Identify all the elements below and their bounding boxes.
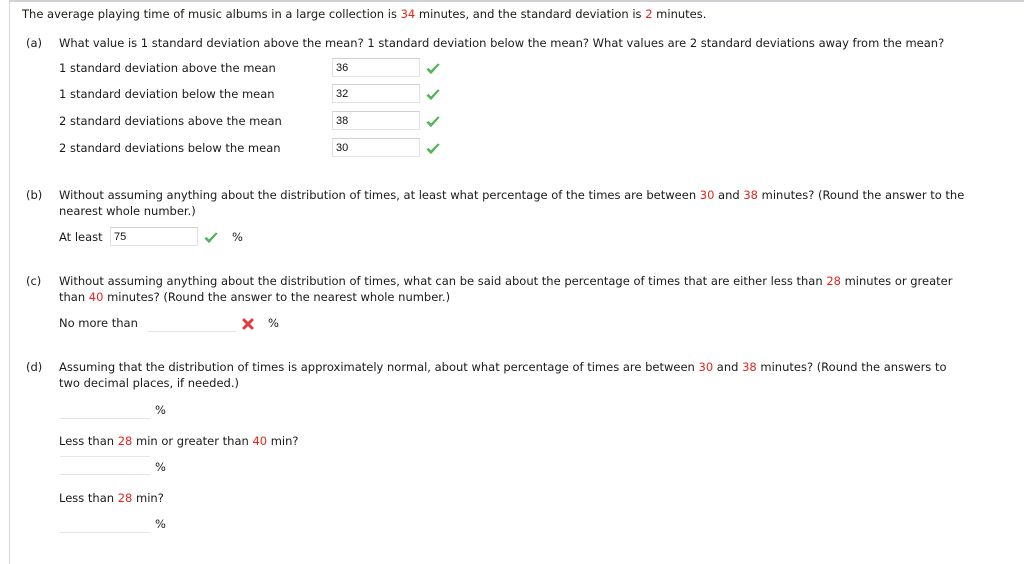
row-label-2sd-below: 2 standard deviations below the mean [59, 141, 281, 155]
question-text: minutes? (Round the answers to [756, 360, 947, 374]
percent-unit: % [155, 460, 166, 474]
part-b-question-line2: nearest whole number.) [59, 204, 196, 218]
input-1sd-below[interactable] [332, 84, 420, 103]
question-text: minutes? (Round the answer to the neares… [103, 290, 451, 304]
part-a-label: (a) [26, 36, 43, 50]
part-b-label: (b) [26, 188, 43, 202]
check-icon [204, 232, 218, 244]
part-c-question-line2: than 40 minutes? (Round the answer to th… [59, 290, 450, 304]
low-value: 28 [117, 491, 133, 505]
question-text: Less than [59, 491, 118, 505]
question-text: Less than [59, 434, 118, 448]
question-text: Assuming that the distribution of times … [59, 360, 699, 374]
part-d-label: (d) [26, 360, 43, 374]
sub-question-tails: Less than 28 min or greater than 40 min? [59, 434, 299, 448]
at-least-label: At least [59, 230, 103, 244]
part-c-question: Without assuming anything about the dist… [59, 274, 952, 288]
no-more-than-label: No more than [59, 316, 138, 330]
question-text: minutes or greater [840, 274, 953, 288]
check-icon [426, 116, 440, 128]
high-value: 40 [252, 434, 268, 448]
question-text: min? [267, 434, 299, 448]
part-a-question: What value is 1 standard deviation above… [59, 36, 945, 50]
between-30-38-input[interactable] [60, 400, 150, 419]
question-text: Without assuming anything about the dist… [59, 274, 827, 288]
percent-unit: % [155, 517, 166, 531]
lower-tail-input[interactable] [60, 514, 150, 533]
no-more-than-input[interactable] [148, 313, 236, 332]
low-value: 28 [826, 274, 841, 288]
row-label-1sd-below: 1 standard deviation below the mean [59, 87, 275, 101]
high-value: 40 [88, 290, 104, 304]
check-icon [426, 89, 440, 101]
question-text: and [714, 188, 744, 202]
row-label-2sd-above: 2 standard deviations above the mean [59, 114, 282, 128]
tails-input[interactable] [60, 456, 150, 475]
sub-question-lower-tail: Less than 28 min? [59, 491, 164, 505]
mean-value: 34 [400, 7, 416, 21]
part-c-label: (c) [26, 274, 42, 288]
percent-unit: % [268, 316, 279, 330]
input-2sd-below[interactable] [332, 138, 420, 157]
question-text: min? [132, 491, 164, 505]
intro-text: The average playing time of music albums… [22, 7, 401, 21]
part-d-question: Assuming that the distribution of times … [59, 360, 946, 374]
input-2sd-above[interactable] [332, 111, 420, 130]
question-text: minutes? (Round the answer to the [758, 188, 965, 202]
cross-icon [242, 318, 254, 330]
question-text: than [59, 290, 89, 304]
intro-text: minutes. [652, 7, 707, 21]
low-value: 28 [117, 434, 133, 448]
high-value: 38 [743, 188, 758, 202]
low-value: 30 [698, 360, 714, 374]
percent-unit: % [232, 230, 243, 244]
check-icon [426, 143, 440, 155]
percent-unit: % [155, 403, 166, 417]
problem-statement: The average playing time of music albums… [22, 7, 706, 21]
intro-text: minutes, and the standard deviation is [415, 7, 646, 21]
part-b-question: Without assuming anything about the dist… [59, 188, 964, 202]
question-text: min or greater than [132, 434, 253, 448]
input-1sd-above[interactable] [332, 58, 420, 77]
question-text: Without assuming anything about the dist… [59, 188, 700, 202]
question-text: and [713, 360, 743, 374]
sd-value: 2 [645, 7, 653, 21]
high-value: 38 [742, 360, 757, 374]
part-d-question-line2: two decimal places, if needed.) [59, 376, 239, 390]
check-icon [426, 63, 440, 75]
at-least-input[interactable] [110, 227, 198, 246]
row-label-1sd-above: 1 standard deviation above the mean [59, 61, 276, 75]
low-value: 30 [699, 188, 715, 202]
